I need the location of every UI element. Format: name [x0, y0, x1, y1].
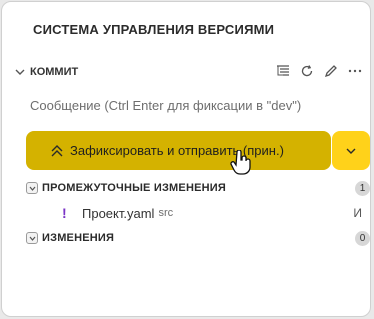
commit-section-header[interactable]: КОММИТ	[12, 62, 368, 82]
chevron-down-icon	[15, 69, 25, 75]
list-item[interactable]: ! Проект.yaml src И	[62, 205, 368, 221]
file-status: И	[353, 206, 362, 220]
collapse-toggle[interactable]	[26, 182, 38, 194]
refresh-icon[interactable]	[298, 62, 316, 80]
staged-changes-group[interactable]: ПРОМЕЖУТОЧНЫЕ ИЗМЕНЕНИЯ 1	[26, 180, 372, 196]
changes-label: ИЗМЕНЕНИЯ	[42, 232, 115, 244]
chevron-down-icon	[29, 186, 35, 191]
staged-count-badge: 1	[355, 180, 370, 196]
chevron-down-icon	[346, 148, 356, 154]
changes-group[interactable]: ИЗМЕНЕНИЯ 0	[26, 230, 372, 246]
more-icon[interactable]	[346, 62, 364, 80]
collapse-toggle[interactable]	[26, 232, 38, 244]
commit-section-title: КОММИТ	[30, 66, 79, 78]
commit-actions	[274, 62, 364, 80]
commit-message-input[interactable]	[30, 94, 360, 116]
source-control-panel: СИСТЕМА УПРАВЛЕНИЯ ВЕРСИЯМИ КОММИТ Сообщ…	[1, 1, 371, 317]
double-chevron-up-icon	[51, 144, 63, 156]
yaml-file-icon: !	[62, 205, 67, 221]
panel-title: СИСТЕМА УПРАВЛЕНИЯ ВЕРСИЯМИ	[33, 22, 275, 37]
commit-and-push-button[interactable]: Зафиксировать и отправить (прин.)	[26, 131, 331, 170]
hand-pointer-icon	[230, 150, 251, 175]
commit-options-dropdown[interactable]	[332, 131, 370, 170]
file-directory: src	[158, 207, 174, 219]
chevron-down-icon	[29, 236, 35, 241]
staged-changes-label: ПРОМЕЖУТОЧНЫЕ ИЗМЕНЕНИЯ	[42, 182, 226, 194]
view-as-tree-icon[interactable]	[274, 62, 292, 80]
file-name: Проект.yaml	[82, 205, 155, 221]
edit-icon[interactable]	[322, 62, 340, 80]
changes-count-badge: 0	[355, 230, 370, 246]
